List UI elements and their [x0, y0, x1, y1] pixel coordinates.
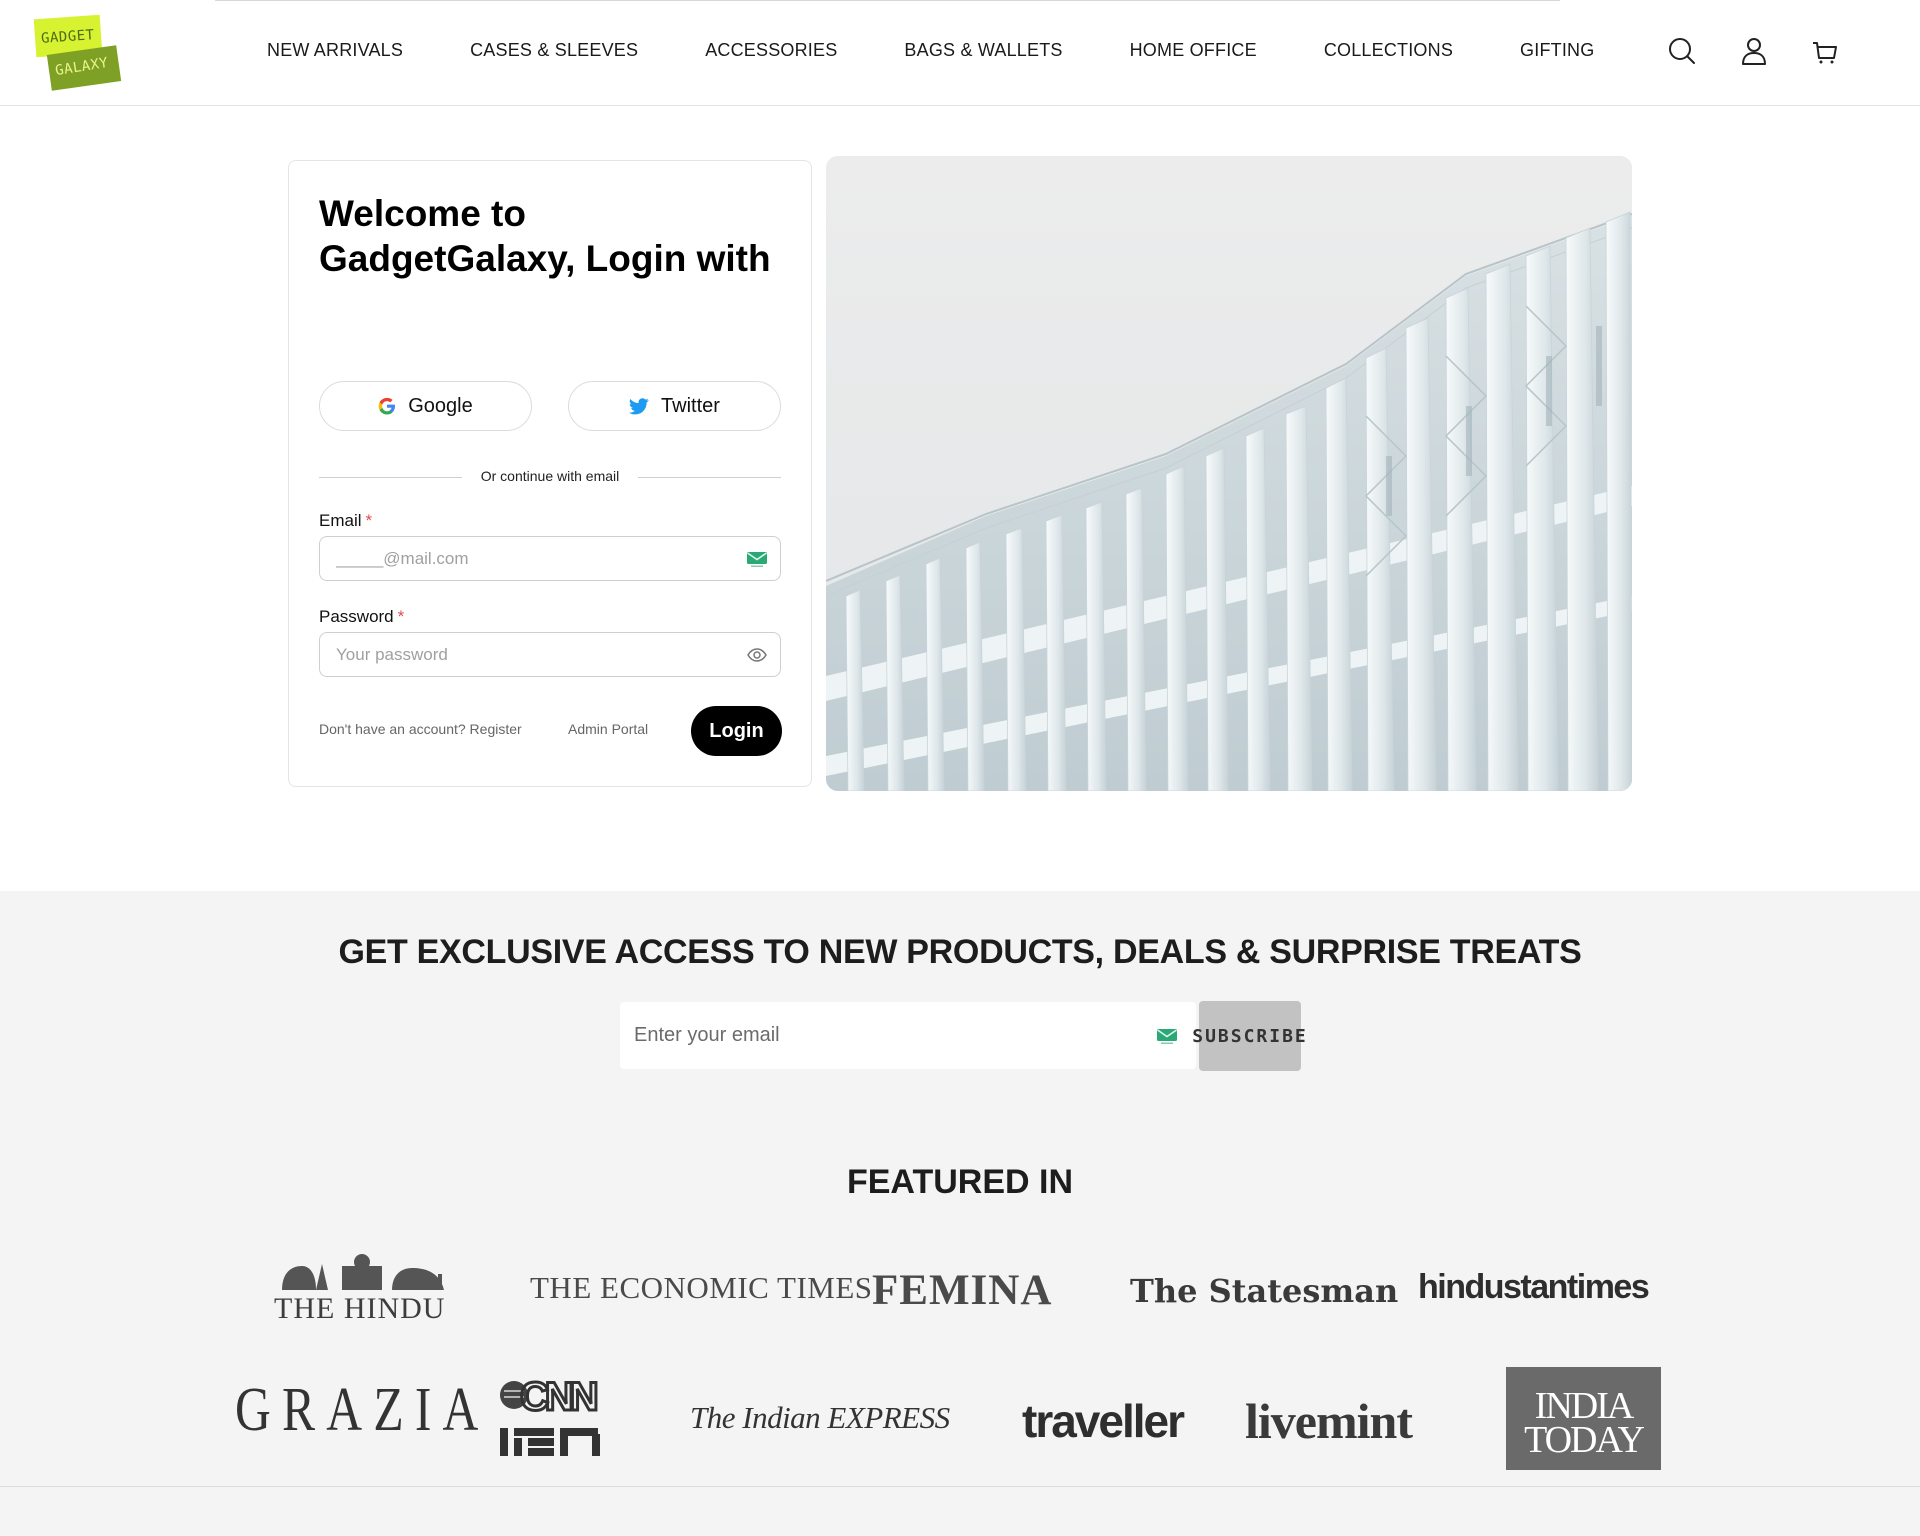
hero-building-image [826, 156, 1632, 791]
subscribe-email-input[interactable] [634, 1002, 1134, 1069]
main-nav: NEW ARRIVALS CASES & SLEEVES ACCESSORIES… [267, 40, 1594, 61]
nav-cases-sleeves[interactable]: CASES & SLEEVES [470, 40, 638, 61]
nav-new-arrivals[interactable]: NEW ARRIVALS [267, 40, 403, 61]
divider-text: Or continue with email [480, 468, 620, 484]
india-today-wordmark: INDIA TODAY [1524, 1385, 1645, 1461]
the-hindu-wordmark: THE HINDU [274, 1292, 446, 1325]
india-today-logo: INDIA TODAY [1506, 1367, 1661, 1470]
admin-portal-link[interactable]: Admin Portal [568, 721, 648, 737]
header-divider [215, 0, 1560, 1]
password-label: Password * [319, 607, 404, 627]
economic-times-logo: THE ECONOMIC TIMES [530, 1270, 873, 1305]
outlook-traveller-logo: traveller [1022, 1395, 1185, 1447]
site-header: GADGET GALAXY NEW ARRIVALS CASES & SLEEV… [0, 0, 1920, 106]
password-label-text: Password [319, 607, 394, 626]
eye-icon[interactable] [746, 645, 768, 665]
password-input[interactable] [336, 633, 716, 676]
mail-icon [1156, 1026, 1178, 1046]
nav-accessories[interactable]: ACCESSORIES [705, 40, 837, 61]
email-label-text: Email [319, 511, 362, 530]
twitter-label: Twitter [661, 394, 720, 417]
mail-icon [746, 549, 768, 569]
nav-home-office[interactable]: HOME OFFICE [1130, 40, 1257, 61]
femina-logo: FEMINA [872, 1267, 1053, 1314]
nav-gifting[interactable]: GIFTING [1520, 40, 1594, 61]
the-hindu-logo: THE HINDU [272, 1252, 457, 1330]
footer-divider [0, 1486, 1920, 1487]
brand-logo[interactable]: GADGET GALAXY [33, 14, 122, 91]
register-link[interactable]: Don't have an account? Register [319, 721, 522, 737]
login-card: Welcome to GadgetGalaxy, Login with Goog… [288, 160, 812, 787]
google-login-button[interactable]: Google [319, 381, 532, 431]
required-mark: * [365, 511, 373, 530]
hindustan-times-logo: hindustantimes [1418, 1268, 1650, 1306]
livemint-logo: livemint [1245, 1393, 1413, 1449]
cnn-ibn-logo: CNN CNN IBN [498, 1374, 620, 1458]
email-label: Email * [319, 511, 372, 531]
subscribe-button[interactable]: SUBSCRIBE [1192, 1001, 1306, 1071]
email-field [319, 536, 781, 581]
search-icon[interactable] [1667, 36, 1697, 66]
statesman-logo: The Statesman [1130, 1272, 1399, 1310]
email-input[interactable] [336, 537, 716, 580]
cart-icon[interactable] [1810, 36, 1840, 66]
login-button[interactable]: Login [691, 706, 782, 756]
twitter-icon [629, 397, 649, 415]
google-icon [378, 397, 396, 415]
indian-express-wordmark: The Indian EXPRESS [690, 1400, 950, 1435]
twitter-login-button[interactable]: Twitter [568, 381, 781, 431]
google-label: Google [408, 394, 473, 417]
grazia-logo: GRAZIA [235, 1376, 490, 1444]
indian-express-logo: The Indian EXPRESS [690, 1400, 950, 1436]
nav-collections[interactable]: COLLECTIONS [1324, 40, 1453, 61]
required-mark: * [397, 607, 405, 626]
user-icon[interactable] [1739, 36, 1769, 66]
svg-text:CNN: CNN [520, 1378, 597, 1419]
login-title: Welcome to GadgetGalaxy, Login with [319, 193, 771, 279]
nav-bags-wallets[interactable]: BAGS & WALLETS [904, 40, 1062, 61]
newsletter-title: GET EXCLUSIVE ACCESS TO NEW PRODUCTS, DE… [338, 933, 1582, 971]
email-divider: Or continue with email [319, 468, 781, 488]
divider-line-right [638, 477, 781, 478]
password-field [319, 632, 781, 677]
subscribe-email-field [620, 1002, 1196, 1069]
cnn-ibn-wordmark: CNN IBN [498, 1378, 499, 1379]
featured-title: FEATURED IN [846, 1163, 1074, 1201]
